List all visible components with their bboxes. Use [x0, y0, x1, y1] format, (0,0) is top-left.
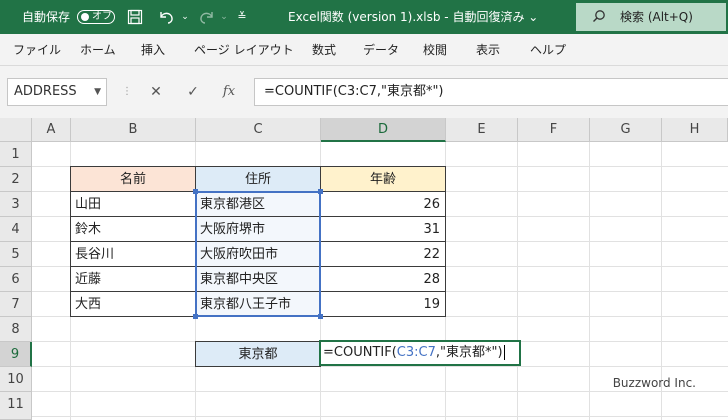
column-header-d[interactable]: D [321, 118, 446, 142]
title-bar: 自動保存 オフ ⌄ ⌄ ≚ Excel関数 (version 1).xlsb -… [0, 0, 728, 34]
header-cell-address[interactable]: 住所 [195, 166, 321, 192]
row-header-5[interactable]: 5 [0, 242, 32, 267]
worksheet-grid[interactable]: A B C D E F G H 1 2 3 4 5 6 7 8 9 10 11 … [0, 118, 728, 420]
tab-insert[interactable]: 挿入 [141, 34, 165, 66]
redo-icon[interactable] [197, 9, 217, 29]
toggle-knob [81, 13, 89, 21]
column-header-g[interactable]: G [590, 118, 662, 142]
formula-input[interactable]: =COUNTIF(C3:C7,"東京都*") [254, 78, 728, 106]
row-header-6[interactable]: 6 [0, 267, 32, 292]
cell-age[interactable]: 26 [320, 191, 446, 217]
undo-icon[interactable] [156, 9, 176, 29]
row-header-8[interactable]: 8 [0, 317, 32, 342]
name-box-value: ADDRESS [14, 84, 77, 99]
autosave-label: 自動保存 [22, 10, 71, 24]
row-header-9[interactable]: 9 [0, 342, 32, 367]
tab-data[interactable]: データ [363, 34, 399, 66]
range-handle[interactable] [193, 314, 198, 319]
tab-page-layout[interactable]: ページ レイアウト [194, 34, 294, 66]
cell-age[interactable]: 31 [320, 216, 446, 242]
formula-text: =COUNTIF(C3:C7,"東京都*") [264, 84, 444, 99]
cell-age[interactable]: 19 [320, 291, 446, 317]
cell-name[interactable]: 大西 [70, 291, 196, 317]
autosave-state: オフ [92, 11, 112, 22]
cell-name[interactable]: 近藤 [70, 266, 196, 292]
search-icon [592, 9, 606, 28]
header-cell-name[interactable]: 名前 [70, 166, 196, 192]
column-header-e[interactable]: E [446, 118, 518, 142]
search-box[interactable]: 検索 (Alt+Q) [576, 3, 726, 31]
criteria-label-cell[interactable]: 東京都 [195, 341, 321, 367]
tab-help[interactable]: ヘルプ [530, 34, 566, 66]
row-header-11[interactable]: 11 [0, 392, 32, 420]
row-header-1[interactable]: 1 [0, 142, 32, 167]
range-handle[interactable] [193, 189, 198, 194]
cell-name[interactable]: 山田 [70, 191, 196, 217]
cell-name[interactable]: 長谷川 [70, 241, 196, 267]
file-title[interactable]: Excel関数 (version 1).xlsb - 自動回復済み ⌄ [288, 0, 538, 34]
range-handle[interactable] [318, 189, 323, 194]
active-cell-editor[interactable]: =COUNTIF(C3:C7,"東京都*") [319, 340, 521, 366]
row-header-10[interactable]: 10 [0, 367, 32, 392]
range-handle[interactable] [318, 314, 323, 319]
redo-dropdown-icon[interactable]: ⌄ [219, 9, 229, 25]
formula-bar-divider: ⋮ [122, 86, 132, 97]
cell-name[interactable]: 鈴木 [70, 216, 196, 242]
range-reference-highlight [195, 191, 321, 317]
cell-edit-text: =COUNTIF(C3:C7,"東京都*") [323, 342, 505, 363]
tab-file[interactable]: ファイル [13, 34, 61, 66]
cancel-icon[interactable]: ✕ [145, 80, 167, 104]
cell-age[interactable]: 28 [320, 266, 446, 292]
select-all-corner[interactable] [0, 118, 32, 142]
header-cell-age[interactable]: 年齢 [320, 166, 446, 192]
watermark: Buzzword Inc. [612, 376, 696, 390]
tab-home[interactable]: ホーム [80, 34, 116, 66]
column-header-b[interactable]: B [71, 118, 196, 142]
row-header-7[interactable]: 7 [0, 292, 32, 317]
edit-prefix: =COUNTIF( [323, 345, 397, 360]
edit-range-ref: C3:C7 [396, 345, 436, 360]
row-header-2[interactable]: 2 [0, 167, 32, 192]
save-icon[interactable] [126, 9, 144, 29]
ribbon-tabs: ファイル ホーム 挿入 ページ レイアウト 数式 データ 校閲 表示 ヘルプ [0, 34, 728, 66]
name-box[interactable]: ADDRESS ▼ [7, 78, 107, 106]
insert-function-icon[interactable]: fx [218, 80, 240, 104]
search-placeholder: 検索 (Alt+Q) [620, 10, 693, 24]
text-caret [503, 345, 505, 360]
column-header-c[interactable]: C [196, 118, 321, 142]
row-header-4[interactable]: 4 [0, 217, 32, 242]
column-header-f[interactable]: F [518, 118, 590, 142]
enter-icon[interactable]: ✓ [182, 80, 204, 104]
undo-dropdown-icon[interactable]: ⌄ [180, 9, 190, 25]
tab-view[interactable]: 表示 [476, 34, 500, 66]
column-header-a[interactable]: A [32, 118, 71, 142]
tab-review[interactable]: 校閲 [423, 34, 447, 66]
edit-suffix: ,"東京都*") [435, 345, 503, 360]
chevron-down-icon[interactable]: ▼ [94, 79, 101, 105]
customize-qat-icon[interactable]: ≚ [236, 9, 248, 25]
tab-formulas[interactable]: 数式 [312, 34, 336, 66]
column-header-h[interactable]: H [662, 118, 728, 142]
cell-age[interactable]: 22 [320, 241, 446, 267]
row-header-3[interactable]: 3 [0, 192, 32, 217]
autosave-toggle[interactable]: オフ [77, 10, 115, 24]
formula-bar-area: ADDRESS ▼ ⋮ ✕ ✓ fx =COUNTIF(C3:C7,"東京都*"… [0, 66, 728, 118]
